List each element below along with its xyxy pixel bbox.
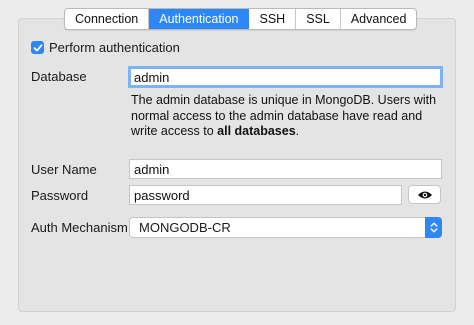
tab-advanced[interactable]: Advanced (341, 9, 417, 29)
username-input[interactable] (129, 159, 442, 179)
password-input[interactable] (129, 185, 402, 205)
database-help-text: The admin database is unique in MongoDB.… (131, 93, 451, 140)
chevron-up-down-icon (430, 222, 437, 233)
tab-ssh[interactable]: SSH (249, 9, 297, 29)
username-label: User Name (31, 162, 97, 177)
perform-auth-row: Perform authentication (31, 40, 180, 55)
perform-auth-checkbox[interactable] (31, 41, 44, 54)
auth-mechanism-select[interactable]: MONGODB-CR (129, 217, 442, 238)
auth-mechanism-value: MONGODB-CR (139, 220, 231, 235)
database-input[interactable] (128, 66, 443, 88)
tab-ssl[interactable]: SSL (296, 9, 341, 29)
help-text-after: . (295, 124, 300, 138)
database-label: Database (31, 69, 87, 84)
show-password-button[interactable] (408, 185, 441, 204)
help-text-bold: all databases (217, 124, 296, 138)
tab-connection[interactable]: Connection (65, 9, 150, 29)
password-label: Password (31, 188, 89, 203)
checkmark-icon (33, 43, 42, 51)
tab-bar: Connection Authentication SSH SSL Advanc… (64, 8, 418, 30)
eye-icon (417, 191, 432, 198)
perform-auth-label: Perform authentication (49, 40, 180, 55)
tab-authentication[interactable]: Authentication (149, 9, 250, 29)
auth-mechanism-label: Auth Mechanism (31, 220, 128, 235)
select-arrows (425, 217, 442, 238)
